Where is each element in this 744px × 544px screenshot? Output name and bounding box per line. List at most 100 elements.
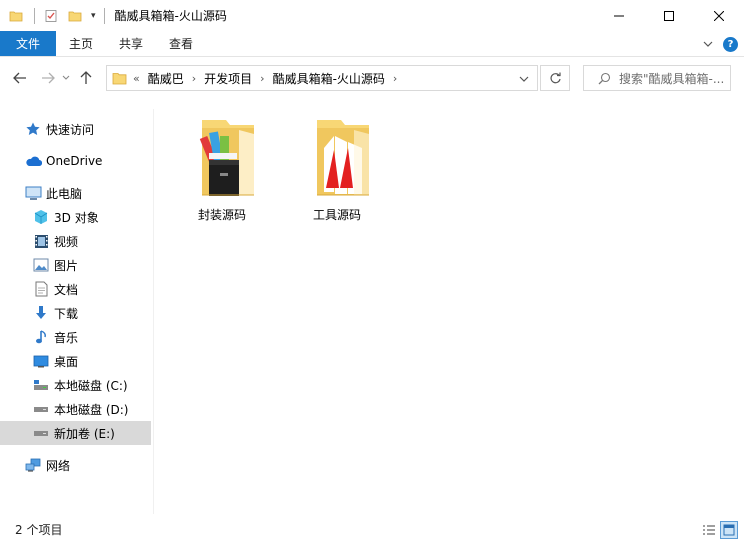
minimize-button[interactable]: [594, 0, 644, 31]
sidebar-item-videos[interactable]: 视频: [0, 229, 151, 253]
up-button[interactable]: [75, 67, 97, 89]
sidebar-item-label: 下载: [54, 306, 79, 321]
desktop-icon: [32, 352, 50, 370]
sidebar-item-label: 网络: [46, 458, 71, 473]
status-bar: 2 个项目: [0, 514, 744, 544]
chevron-right-icon[interactable]: ›: [260, 72, 264, 85]
tab-view[interactable]: 查看: [156, 31, 206, 56]
sidebar-item-documents[interactable]: 文档: [0, 277, 151, 301]
large-icons-view-icon: [723, 524, 735, 536]
file-list: 封装源码 工具源码: [155, 99, 744, 514]
refresh-icon: [549, 72, 561, 83]
computer-icon: [24, 184, 42, 202]
recent-locations-button[interactable]: [59, 67, 73, 89]
sidebar-item-desktop[interactable]: 桌面: [0, 349, 151, 373]
list-item[interactable]: 封装源码: [170, 118, 274, 223]
sidebar-item-drive-d[interactable]: 本地磁盘 (D:): [0, 397, 151, 421]
search-box[interactable]: 搜索"酷威具箱箱-...: [583, 65, 731, 91]
sidebar-item-drive-c[interactable]: 本地磁盘 (C:): [0, 373, 151, 397]
item-count: 2 个项目: [15, 522, 63, 537]
sidebar-item-network[interactable]: 网络: [0, 453, 151, 477]
maximize-button[interactable]: [644, 0, 694, 31]
address-bar[interactable]: « 酷威巴 › 开发项目 › 酷威具箱箱-火山源码 ›: [106, 65, 538, 91]
cube-icon: [32, 208, 50, 226]
back-button[interactable]: [9, 67, 31, 89]
sidebar-item-this-pc[interactable]: 此电脑: [0, 181, 151, 205]
sidebar-item-quick-access[interactable]: 快速访问: [0, 117, 151, 141]
toolbar-divider: [34, 7, 35, 24]
star-icon: [24, 120, 42, 138]
sidebar-item-label: 本地磁盘 (C:): [54, 378, 128, 393]
sidebar-item-3d-objects[interactable]: 3D 对象: [0, 205, 151, 229]
sidebar-item-label: 本地磁盘 (D:): [54, 402, 129, 417]
sidebar-item-onedrive[interactable]: OneDrive: [0, 149, 151, 173]
cloud-icon: [24, 152, 42, 170]
sidebar-item-label: 快速访问: [46, 122, 95, 137]
breadcrumb-item[interactable]: 开发项目: [204, 70, 252, 87]
help-icon[interactable]: ?: [723, 36, 738, 52]
sidebar-item-label: 桌面: [54, 354, 79, 369]
sidebar-item-label: 3D 对象: [54, 210, 99, 225]
details-view-icon: [703, 525, 715, 535]
forward-button[interactable]: [37, 67, 59, 89]
breadcrumb: « 酷威巴 › 开发项目 › 酷威具箱箱-火山源码 ›: [107, 70, 405, 87]
sidebar-item-downloads[interactable]: 下载: [0, 301, 151, 325]
drive-icon: [32, 424, 50, 442]
window-title: 酷威具箱箱-火山源码: [114, 9, 227, 23]
chevron-right-icon[interactable]: ›: [192, 72, 196, 85]
list-item[interactable]: 工具源码: [285, 118, 389, 223]
address-history-button[interactable]: [519, 72, 529, 86]
navigation-bar: « 酷威巴 › 开发项目 › 酷威具箱箱-火山源码 › 搜索"酷威具箱箱-...: [0, 57, 744, 99]
tab-home[interactable]: 主页: [56, 31, 106, 56]
sidebar-item-label: 新加卷 (E:): [54, 426, 115, 441]
drive-icon: [32, 376, 50, 394]
navigation-pane: 快速访问 OneDrive 此电脑 3D 对象 视频 图片 文档 下载 音乐 桌…: [0, 109, 154, 514]
maximize-icon: [664, 10, 674, 21]
network-icon: [24, 456, 42, 474]
music-icon: [32, 328, 50, 346]
sidebar-item-label: 此电脑: [46, 186, 83, 201]
picture-icon: [32, 256, 50, 274]
breadcrumb-item[interactable]: 酷威具箱箱-火山源码: [273, 70, 385, 87]
sidebar-item-pictures[interactable]: 图片: [0, 253, 151, 277]
new-folder-icon[interactable]: [67, 8, 83, 24]
search-icon: [598, 72, 611, 84]
sidebar-item-label: OneDrive: [46, 154, 103, 168]
large-icons-view-button[interactable]: [720, 521, 738, 539]
chevron-down-icon: [519, 76, 529, 82]
search-input[interactable]: 搜索"酷威具箱箱-...: [619, 70, 724, 87]
drive-icon: [32, 400, 50, 418]
close-button[interactable]: [694, 0, 744, 31]
file-name: 封装源码: [197, 208, 246, 222]
breadcrumb-overflow[interactable]: «: [133, 72, 140, 85]
expand-ribbon-icon[interactable]: [703, 40, 713, 48]
tab-share[interactable]: 共享: [106, 31, 156, 56]
chevron-down-icon: [62, 75, 70, 80]
file-name: 工具源码: [312, 208, 361, 222]
tab-file[interactable]: 文件: [0, 31, 56, 56]
download-icon: [32, 304, 50, 322]
folder-icon: [112, 73, 127, 85]
sidebar-item-label: 图片: [54, 258, 79, 273]
sidebar-item-music[interactable]: 音乐: [0, 325, 151, 349]
customize-toolbar-icon[interactable]: ▾: [91, 11, 96, 21]
details-view-button[interactable]: [700, 521, 718, 539]
breadcrumb-item[interactable]: 酷威巴: [148, 70, 184, 87]
folder-books-icon: [187, 118, 257, 202]
sidebar-item-label: 文档: [54, 282, 79, 297]
arrow-right-icon: [42, 72, 55, 84]
title-bar: ▾ 酷威具箱箱-火山源码: [0, 0, 744, 31]
minimize-icon: [614, 15, 624, 16]
chevron-right-icon[interactable]: ›: [393, 72, 397, 85]
sidebar-item-label: 音乐: [54, 330, 79, 345]
ribbon-right-controls: ?: [703, 31, 738, 57]
close-icon: [714, 10, 724, 21]
refresh-button[interactable]: [540, 65, 570, 91]
folder-icon: [8, 8, 24, 24]
window-controls: [594, 0, 744, 31]
sidebar-item-drive-e[interactable]: 新加卷 (E:): [0, 421, 151, 445]
toolbar-divider: [103, 7, 105, 24]
properties-icon[interactable]: [43, 8, 59, 24]
view-switcher: [700, 521, 738, 539]
arrow-left-icon: [13, 72, 26, 84]
